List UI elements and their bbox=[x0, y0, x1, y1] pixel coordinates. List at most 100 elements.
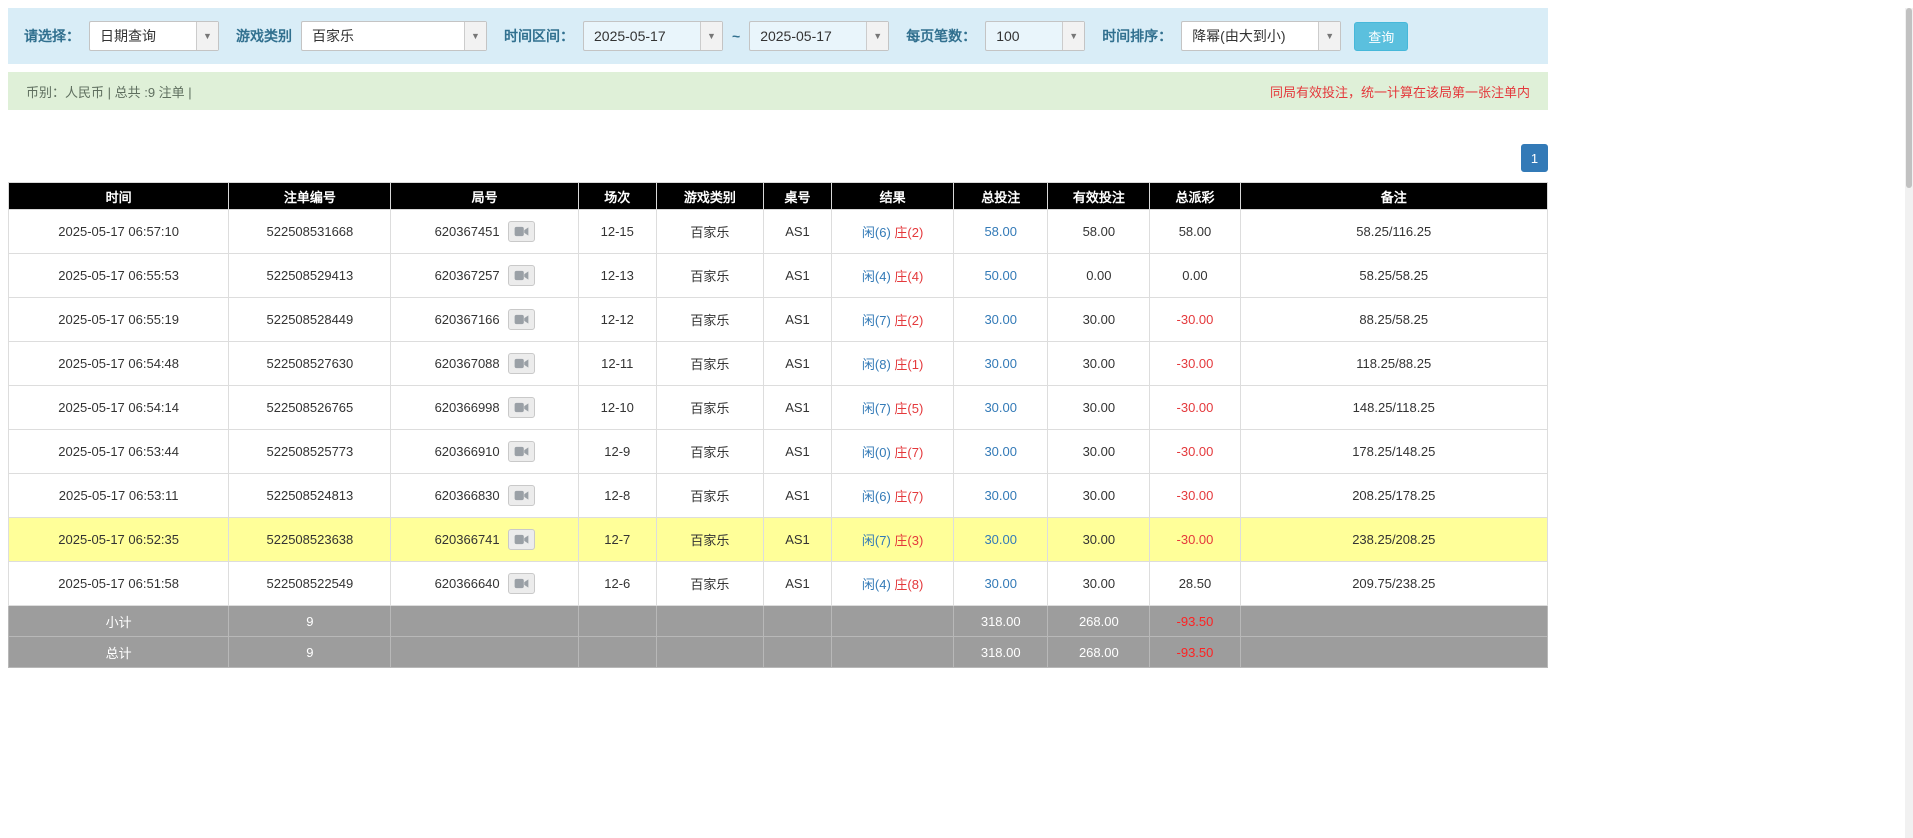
cell-session: 12-10 bbox=[577, 385, 657, 430]
total-bet-link[interactable]: 50.00 bbox=[984, 268, 1017, 283]
video-replay-button[interactable] bbox=[507, 221, 535, 242]
cell-total-bet: 30.00 bbox=[953, 385, 1049, 430]
footer-empty-cell bbox=[762, 636, 833, 668]
cell-total-bet: 50.00 bbox=[953, 253, 1049, 298]
round-id: 620367451 bbox=[434, 224, 500, 239]
result-banker: 庄(3) bbox=[894, 533, 924, 548]
info-bar: 币别：人民币 | 总共 :9 注单 | 同局有效投注，统一计算在该局第一张注单内 bbox=[8, 72, 1548, 110]
footer-empty-cell bbox=[831, 605, 955, 637]
query-button[interactable]: 查询 bbox=[1354, 21, 1409, 51]
range-separator: ~ bbox=[732, 28, 741, 44]
subtotal-total-bet: 318.00 bbox=[953, 605, 1049, 637]
query-type-select[interactable]: 日期查询 ▼ bbox=[89, 21, 219, 51]
cell-time: 2025-05-17 06:55:19 bbox=[7, 297, 230, 342]
cell-valid-bet: 30.00 bbox=[1047, 561, 1151, 606]
result-banker: 庄(8) bbox=[894, 577, 924, 592]
result-banker: 庄(2) bbox=[894, 313, 924, 328]
video-replay-button[interactable] bbox=[507, 529, 535, 550]
result-player: 闲(8) bbox=[861, 357, 891, 372]
game-type-select[interactable]: 百家乐 ▼ bbox=[301, 21, 487, 51]
cell-valid-bet: 30.00 bbox=[1047, 473, 1151, 518]
per-page-value: 100 bbox=[996, 28, 1020, 44]
cell-round: 620367166 bbox=[390, 297, 579, 342]
total-bet-link[interactable]: 30.00 bbox=[984, 532, 1017, 547]
video-icon bbox=[514, 490, 529, 501]
video-replay-button[interactable] bbox=[507, 441, 535, 462]
per-page-select[interactable]: 100 ▼ bbox=[985, 21, 1086, 51]
cell-table: AS1 bbox=[762, 341, 833, 386]
page-button-1[interactable]: 1 bbox=[1521, 144, 1548, 172]
cell-bet-id: 522508525773 bbox=[228, 429, 392, 474]
chevron-down-icon: ▼ bbox=[196, 22, 218, 50]
result-banker: 庄(1) bbox=[894, 357, 924, 372]
sort-select[interactable]: 降幂(由大到小) ▼ bbox=[1181, 21, 1342, 51]
table-row: 2025-05-17 06:52:35 522508523638 620366741… bbox=[7, 517, 1549, 562]
footer-empty-cell bbox=[762, 605, 833, 637]
col-time: 时间 bbox=[7, 182, 230, 210]
cell-payout: -30.00 bbox=[1149, 385, 1241, 430]
total-bet-link[interactable]: 58.00 bbox=[984, 224, 1017, 239]
col-session: 场次 bbox=[577, 182, 657, 210]
video-replay-button[interactable] bbox=[507, 309, 535, 330]
video-replay-button[interactable] bbox=[507, 265, 535, 286]
cell-payout: -30.00 bbox=[1149, 473, 1241, 518]
col-payout: 总派彩 bbox=[1149, 182, 1241, 210]
video-replay-button[interactable] bbox=[507, 353, 535, 374]
pagination: 1 bbox=[8, 144, 1548, 172]
cell-bet-id: 522508524813 bbox=[228, 473, 392, 518]
cell-session: 12-8 bbox=[577, 473, 657, 518]
video-replay-button[interactable] bbox=[507, 397, 535, 418]
total-bet-link[interactable]: 30.00 bbox=[984, 312, 1017, 327]
cell-round: 620366998 bbox=[390, 385, 579, 430]
video-icon bbox=[514, 270, 529, 281]
total-label: 总计 bbox=[7, 636, 230, 668]
cell-time: 2025-05-17 06:53:11 bbox=[7, 473, 230, 518]
vertical-scrollbar[interactable] bbox=[1905, 8, 1913, 838]
total-row: 总计 9 318.00 268.00 -93.50 bbox=[7, 636, 1549, 668]
footer-empty-cell bbox=[1239, 605, 1549, 637]
video-replay-button[interactable] bbox=[507, 573, 535, 594]
total-bet-link[interactable]: 30.00 bbox=[984, 400, 1017, 415]
chevron-down-icon: ▼ bbox=[1062, 22, 1085, 50]
per-page-label: 每页笔数： bbox=[906, 28, 977, 44]
cell-result: 闲(0) 庄(7) bbox=[831, 429, 955, 474]
total-bet-link[interactable]: 30.00 bbox=[984, 576, 1017, 591]
cell-round: 620367451 bbox=[390, 209, 579, 254]
cell-bet-id: 522508522549 bbox=[228, 561, 392, 606]
cell-bet-id: 522508523638 bbox=[228, 517, 392, 562]
cell-table: AS1 bbox=[762, 473, 833, 518]
total-bet-link[interactable]: 30.00 bbox=[984, 488, 1017, 503]
cell-table: AS1 bbox=[762, 561, 833, 606]
footer-empty-cell bbox=[577, 605, 657, 637]
result-player: 闲(6) bbox=[861, 489, 891, 504]
cell-remark: 238.25/208.25 bbox=[1239, 517, 1549, 562]
valid-bet-notice: 同局有效投注，统一计算在该局第一张注单内 bbox=[1269, 84, 1530, 100]
cell-time: 2025-05-17 06:57:10 bbox=[7, 209, 230, 254]
table-header-row: 时间 注单编号 局号 场次 游戏类别 桌号 结果 总投注 有效投注 总派彩 备注 bbox=[7, 182, 1549, 210]
cell-result: 闲(7) 庄(2) bbox=[831, 297, 955, 342]
total-bet-link[interactable]: 30.00 bbox=[984, 356, 1017, 371]
scrollbar-thumb[interactable] bbox=[1906, 8, 1912, 188]
col-round: 局号 bbox=[390, 182, 579, 210]
cell-round: 620366640 bbox=[390, 561, 579, 606]
video-replay-button[interactable] bbox=[507, 485, 535, 506]
footer-empty-cell bbox=[655, 636, 764, 668]
cell-payout: -30.00 bbox=[1149, 517, 1241, 562]
cell-result: 闲(6) 庄(2) bbox=[831, 209, 955, 254]
cell-game: 百家乐 bbox=[655, 473, 764, 518]
cell-result: 闲(4) 庄(4) bbox=[831, 253, 955, 298]
subtotal-count: 9 bbox=[228, 605, 392, 637]
table-row: 2025-05-17 06:53:11 522508524813 620366830… bbox=[7, 473, 1549, 518]
cell-payout: 58.00 bbox=[1149, 209, 1241, 254]
footer-empty-cell bbox=[390, 636, 579, 668]
cell-total-bet: 30.00 bbox=[953, 297, 1049, 342]
round-id: 620367088 bbox=[434, 356, 500, 371]
date-from-select[interactable]: 2025-05-17 ▼ bbox=[583, 21, 723, 51]
total-bet-link[interactable]: 30.00 bbox=[984, 444, 1017, 459]
cell-remark: 178.25/148.25 bbox=[1239, 429, 1549, 474]
cell-valid-bet: 0.00 bbox=[1047, 253, 1151, 298]
cell-total-bet: 30.00 bbox=[953, 473, 1049, 518]
date-to-select[interactable]: 2025-05-17 ▼ bbox=[749, 21, 890, 51]
query-type-value: 日期查询 bbox=[100, 28, 156, 44]
cell-session: 12-7 bbox=[577, 517, 657, 562]
